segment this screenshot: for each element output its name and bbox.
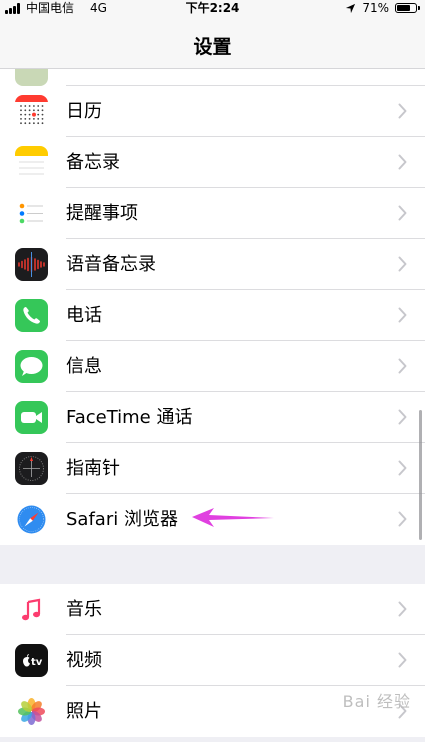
- row-label: 信息: [66, 356, 102, 377]
- settings-group-apps-1: 日历 备忘录 提醒事项 语音备忘录 电话 信息 FaceTime 通话 指南针 …: [0, 86, 425, 545]
- settings-group-apps-2: 音乐 tv 视频 照片: [0, 584, 425, 737]
- settings-row-calendar[interactable]: 日历: [0, 86, 425, 137]
- phone-icon: [15, 299, 48, 332]
- row-label: 视频: [66, 650, 102, 671]
- navigation-bar: 设置: [0, 16, 425, 69]
- row-label: Safari 浏览器: [66, 509, 178, 530]
- safari-icon: [15, 503, 48, 536]
- watermark: Bai 经验: [342, 692, 411, 711]
- partial-app-icon: [15, 69, 48, 86]
- compass-icon: [15, 452, 48, 485]
- facetime-icon: [15, 401, 48, 434]
- chevron-right-icon: [398, 460, 407, 476]
- reminders-icon: [15, 197, 48, 230]
- row-label: 备忘录: [66, 152, 120, 173]
- messages-icon: [15, 350, 48, 383]
- row-label: 指南针: [66, 458, 120, 479]
- chevron-right-icon: [398, 601, 407, 617]
- chevron-right-icon: [398, 154, 407, 170]
- chevron-right-icon: [398, 103, 407, 119]
- row-label: 照片: [66, 701, 102, 722]
- settings-row-compass[interactable]: 指南针: [0, 443, 425, 494]
- notes-icon: [15, 146, 48, 179]
- page-title: 设置: [193, 36, 232, 58]
- tv-icon: tv: [15, 644, 48, 677]
- chevron-right-icon: [398, 652, 407, 668]
- status-right: 71%: [345, 0, 420, 16]
- battery-percent: 71%: [362, 1, 389, 15]
- voice-memos-icon: [15, 248, 48, 281]
- chevron-right-icon: [398, 511, 407, 527]
- settings-row-music[interactable]: 音乐: [0, 584, 425, 635]
- chevron-right-icon: [398, 256, 407, 272]
- svg-text:tv: tv: [31, 657, 43, 668]
- row-label: 音乐: [66, 599, 102, 620]
- settings-row-facetime[interactable]: FaceTime 通话: [0, 392, 425, 443]
- annotation-arrow: [192, 508, 274, 527]
- row-label: 语音备忘录: [66, 254, 156, 275]
- row-label: FaceTime 通话: [66, 407, 193, 428]
- settings-row-phone[interactable]: 电话: [0, 290, 425, 341]
- location-icon: [346, 3, 356, 13]
- photos-icon: [15, 695, 48, 728]
- calendar-icon: [15, 95, 48, 128]
- chevron-right-icon: [398, 205, 407, 221]
- status-bar: 中国电信 4G 下午2:24 71%: [0, 0, 425, 16]
- chevron-right-icon: [398, 409, 407, 425]
- settings-row-reminders[interactable]: 提醒事项: [0, 188, 425, 239]
- partial-row: [0, 69, 425, 86]
- scroll-indicator[interactable]: [419, 410, 422, 540]
- chevron-right-icon: [398, 358, 407, 374]
- row-label: 电话: [66, 305, 102, 326]
- settings-row-voice-memos[interactable]: 语音备忘录: [0, 239, 425, 290]
- settings-row-messages[interactable]: 信息: [0, 341, 425, 392]
- chevron-right-icon: [398, 307, 407, 323]
- music-icon: [15, 593, 48, 626]
- settings-row-tv[interactable]: tv 视频: [0, 635, 425, 686]
- row-label: 提醒事项: [66, 203, 138, 224]
- settings-row-notes[interactable]: 备忘录: [0, 137, 425, 188]
- row-label: 日历: [66, 101, 102, 122]
- battery-icon: [395, 3, 420, 13]
